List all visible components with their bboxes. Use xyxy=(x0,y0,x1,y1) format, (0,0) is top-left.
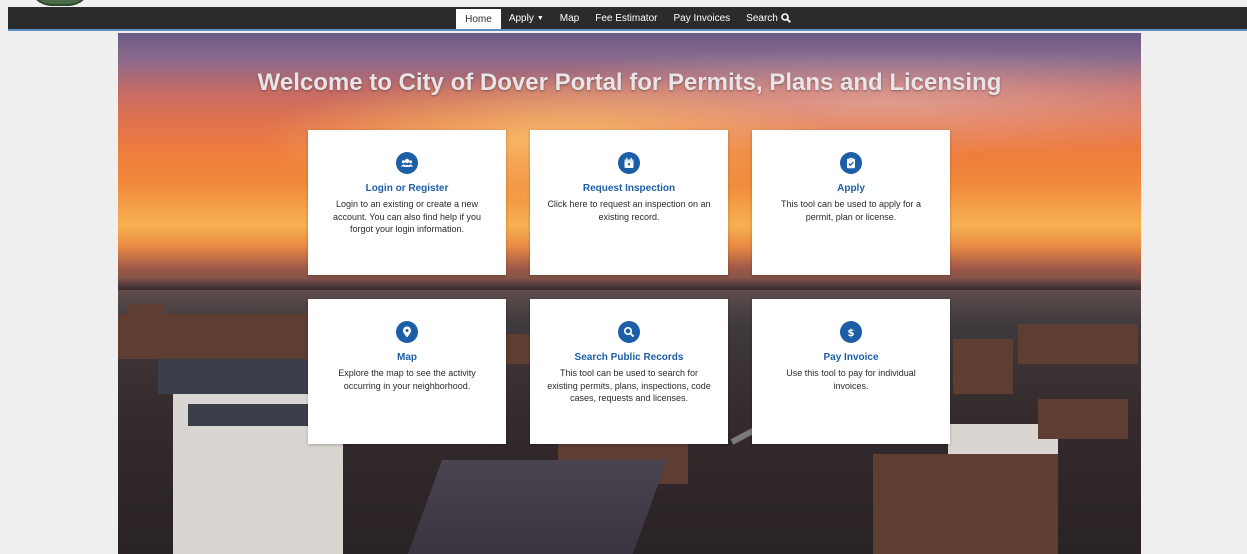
nav-item-label: Map xyxy=(559,12,580,24)
clipboard-check-icon xyxy=(840,152,862,174)
card-description: Click here to request an inspection on a… xyxy=(547,199,711,222)
search-icon xyxy=(781,13,791,23)
hero-banner: Welcome to City of Dover Portal for Perm… xyxy=(118,33,1141,554)
nav-item-label: Pay Invoices xyxy=(673,12,731,24)
caret-down-icon: ▼ xyxy=(536,14,544,22)
nav-item-search[interactable]: Search xyxy=(738,7,799,29)
top-navbar: Home Apply ▼ Map Fee Estimator Pay Invoi… xyxy=(8,7,1247,31)
card-pay-invoice[interactable]: $ Pay Invoice Use this tool to pay for i… xyxy=(752,299,950,444)
nav-list: Home Apply ▼ Map Fee Estimator Pay Invoi… xyxy=(456,7,799,29)
card-title: Login or Register xyxy=(365,183,449,194)
search-icon xyxy=(618,321,640,343)
calendar-icon xyxy=(618,152,640,174)
nav-item-pay-invoices[interactable]: Pay Invoices xyxy=(665,7,738,29)
users-icon xyxy=(396,152,418,174)
nav-item-label: Apply xyxy=(508,12,534,24)
card-request-inspection[interactable]: Request Inspection Click here to request… xyxy=(530,130,728,275)
card-title: Pay Invoice xyxy=(823,352,879,363)
nav-item-home[interactable]: Home xyxy=(456,9,501,29)
nav-item-label: Fee Estimator xyxy=(595,12,658,24)
river xyxy=(407,460,668,554)
card-description: This tool can be used to search for exis… xyxy=(547,368,711,403)
svg-text:$: $ xyxy=(848,328,855,338)
card-search-public-records[interactable]: Search Public Records This tool can be u… xyxy=(530,299,728,444)
card-title: Map xyxy=(397,352,417,363)
nav-item-label: Search xyxy=(746,12,778,24)
nav-item-map[interactable]: Map xyxy=(552,7,587,29)
dollar-icon: $ xyxy=(840,321,862,343)
card-title: Search Public Records xyxy=(574,352,684,363)
nav-item-label: Home xyxy=(465,13,492,25)
card-description: Explore the map to see the activity occu… xyxy=(338,368,476,391)
city-seal-logo[interactable] xyxy=(28,0,92,6)
horizon-treeline xyxy=(118,277,1141,290)
card-description: Login to an existing or create a new acc… xyxy=(332,199,482,234)
card-description: This tool can be used to apply for a per… xyxy=(780,199,922,222)
card-description: Use this tool to pay for individual invo… xyxy=(786,368,916,391)
page-title: Welcome to City of Dover Portal for Perm… xyxy=(257,69,1002,96)
card-apply[interactable]: Apply This tool can be used to apply for… xyxy=(752,130,950,275)
map-marker-icon xyxy=(396,321,418,343)
card-map[interactable]: Map Explore the map to see the activity … xyxy=(308,299,506,444)
card-title: Apply xyxy=(837,183,865,194)
card-title: Request Inspection xyxy=(582,183,676,194)
nav-item-apply[interactable]: Apply ▼ xyxy=(501,7,552,29)
nav-item-fee-estimator[interactable]: Fee Estimator xyxy=(587,7,665,29)
card-login-register[interactable]: Login or Register Login to an existing o… xyxy=(308,130,506,275)
